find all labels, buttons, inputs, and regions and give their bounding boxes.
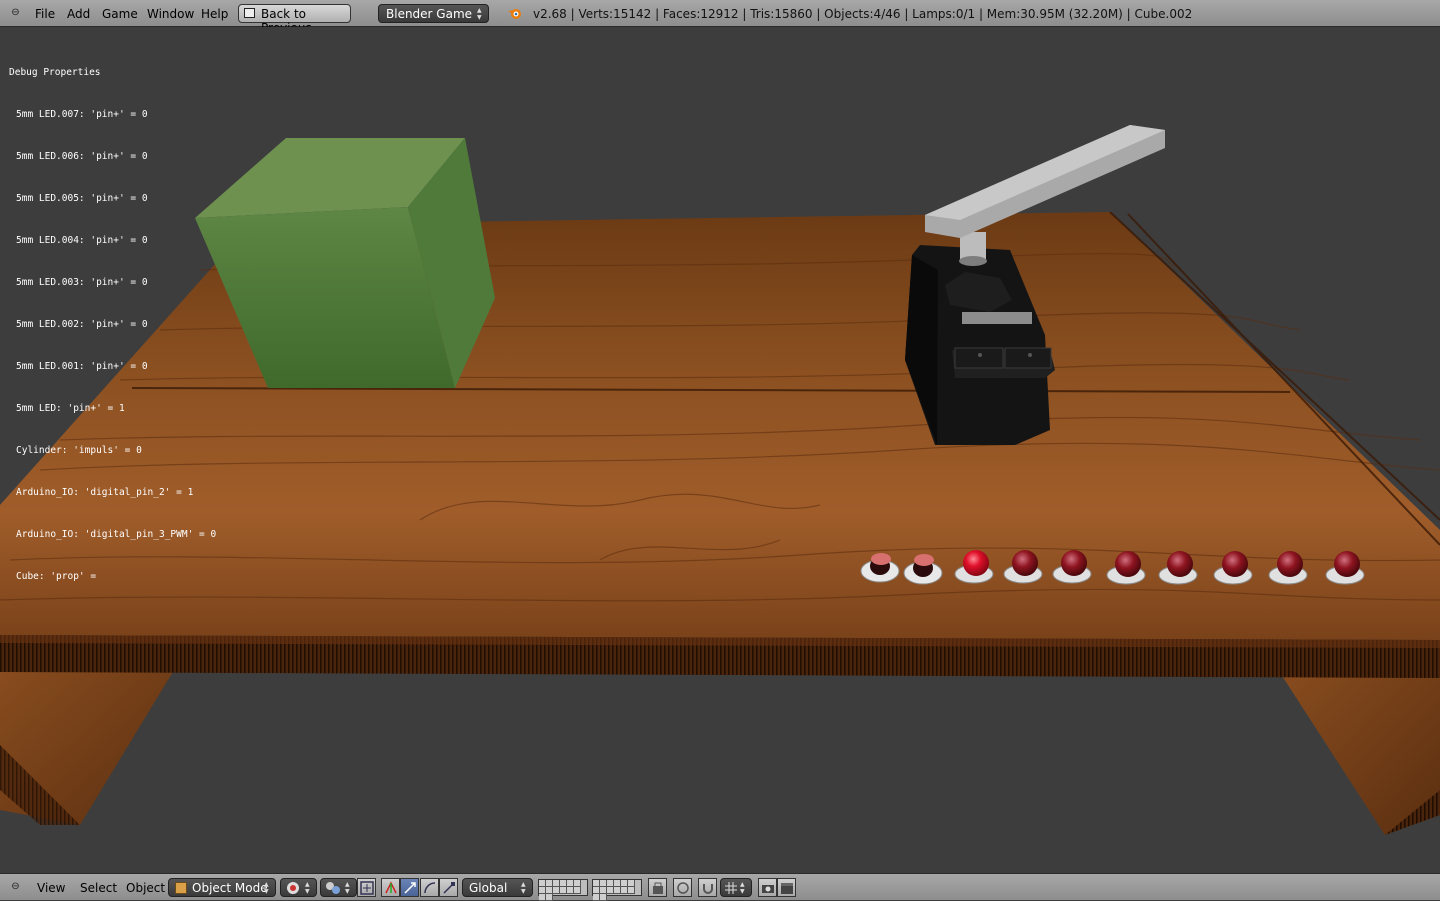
- pivot-point-select[interactable]: ▲ ▼: [320, 878, 357, 897]
- proportional-icon: [676, 882, 689, 894]
- menu-file[interactable]: File: [35, 7, 55, 21]
- back-to-previous-button[interactable]: Back to Previous: [238, 4, 351, 35]
- header-collapse-icon[interactable]: ⊖: [9, 880, 22, 893]
- clapperboard-icon: [780, 883, 793, 894]
- layer-buttons-group-2[interactable]: [592, 879, 642, 901]
- header-collapse-icon[interactable]: ⊖: [9, 6, 22, 19]
- debug-line: 5mm LED.003: 'pin+' = 0: [16, 277, 148, 288]
- debug-properties-overlay: Debug Properties 5mm LED.007: 'pin+' = 0…: [9, 38, 216, 598]
- rotate-icon: [423, 882, 435, 894]
- scale-icon: [442, 882, 455, 894]
- layer-buttons-group-1[interactable]: [538, 879, 588, 901]
- transform-orientation-select[interactable]: Global ▲ ▼: [462, 878, 533, 897]
- magnet-icon: [702, 884, 713, 894]
- menu-select[interactable]: Select: [80, 881, 117, 895]
- debug-line: Cube: 'prop' =: [16, 571, 97, 582]
- render-engine-select[interactable]: Blender Game ▲ ▼: [378, 4, 489, 23]
- chevron-updown-icon: ▲ ▼: [477, 7, 482, 21]
- screen-icon: [244, 8, 255, 18]
- translate-manipulator-button[interactable]: [400, 878, 419, 897]
- lock-camera-button[interactable]: [648, 878, 667, 897]
- chevron-updown-icon: ▲ ▼: [521, 881, 526, 895]
- render-opengl-image-button[interactable]: [758, 878, 777, 897]
- 3d-view-header: ⊖ View Select Object Object Mode ▲ ▼ ▲ ▼ ▲…: [0, 873, 1440, 901]
- debug-title: Debug Properties: [9, 67, 101, 78]
- rotate-manipulator-button[interactable]: [420, 878, 439, 897]
- debug-line: 5mm LED: 'pin+' = 1: [16, 403, 125, 414]
- menu-view[interactable]: View: [37, 881, 65, 895]
- debug-line: 5mm LED.006: 'pin+' = 0: [16, 151, 148, 162]
- viewport-shading-select[interactable]: ▲ ▼: [280, 878, 317, 897]
- chevron-updown-icon: ▲ ▼: [264, 881, 269, 895]
- debug-line: 5mm LED.001: 'pin+' = 0: [16, 361, 148, 372]
- chevron-updown-icon: ▲ ▼: [740, 881, 745, 895]
- debug-line: 5mm LED.002: 'pin+' = 0: [16, 319, 148, 330]
- table-leg-right: [1275, 665, 1440, 835]
- transform-manipulator-button[interactable]: [381, 878, 400, 897]
- interaction-mode-label: Object Mode: [192, 881, 268, 895]
- pivot-icon: [326, 882, 340, 894]
- axes-icon: [384, 881, 397, 894]
- camera-icon: [761, 885, 774, 893]
- shading-sphere-icon: [287, 882, 299, 894]
- menu-object[interactable]: Object: [126, 881, 165, 895]
- chevron-updown-icon: ▲ ▼: [345, 881, 350, 895]
- proportional-editing-button[interactable]: [673, 878, 692, 897]
- scale-manipulator-button[interactable]: [439, 878, 458, 897]
- debug-line: 5mm LED.004: 'pin+' = 0: [16, 235, 148, 246]
- snap-grid-icon: [725, 882, 737, 894]
- snap-toggle-button[interactable]: [698, 878, 717, 897]
- layer-lock-icon: [652, 882, 663, 894]
- snap-element-select[interactable]: ▲ ▼: [720, 878, 752, 897]
- object-mode-icon: [175, 882, 187, 894]
- render-opengl-animation-button[interactable]: [777, 878, 796, 897]
- menu-add[interactable]: Add: [67, 7, 90, 21]
- menu-window[interactable]: Window: [147, 7, 194, 21]
- menu-help[interactable]: Help: [201, 7, 228, 21]
- manipulator-icon: [359, 881, 374, 895]
- arrow-icon: [403, 882, 416, 894]
- info-header: ⊖ File Add Game Window Help Back to Prev…: [0, 0, 1440, 35]
- chevron-updown-icon: ▲ ▼: [305, 881, 310, 895]
- debug-line: Arduino_IO: 'digital_pin_3_PWM' = 0: [16, 529, 217, 540]
- debug-line: 5mm LED.007: 'pin+' = 0: [16, 109, 148, 120]
- transform-orientation-label: Global: [469, 881, 508, 895]
- manipulator-toggle[interactable]: [357, 878, 376, 897]
- blender-logo-icon: [508, 9, 521, 19]
- menu-game[interactable]: Game: [102, 7, 138, 21]
- debug-line: 5mm LED.005: 'pin+' = 0: [16, 193, 148, 204]
- debug-line: Cylinder: 'impuls' = 0: [16, 445, 142, 456]
- scene-stats: v2.68 | Verts:15142 | Faces:12912 | Tris…: [533, 7, 1193, 21]
- render-engine-label: Blender Game: [386, 7, 473, 21]
- debug-line: Arduino_IO: 'digital_pin_2' = 1: [16, 487, 194, 498]
- interaction-mode-select[interactable]: Object Mode ▲ ▼: [168, 878, 276, 897]
